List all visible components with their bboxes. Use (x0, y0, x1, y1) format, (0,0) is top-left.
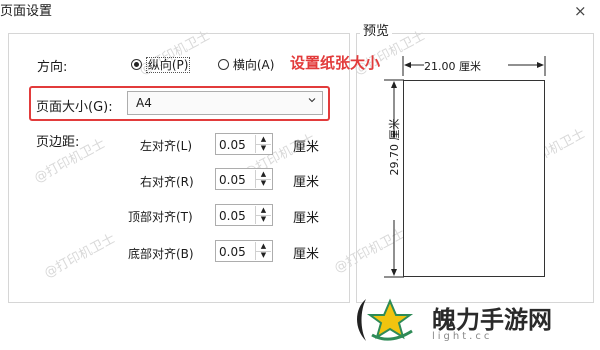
margin-right-input[interactable]: 0.05 ▲ ▼ (215, 168, 273, 190)
margin-top-label: 顶部对齐(T) (128, 210, 193, 224)
spin-down-icon[interactable]: ▼ (256, 215, 271, 224)
margin-left-input[interactable]: 0.05 ▲ ▼ (215, 133, 273, 155)
margin-right-label: 右对齐(R) (140, 175, 194, 189)
margin-right-unit: 厘米 (293, 175, 320, 190)
margin-top-input[interactable]: 0.05 ▲ ▼ (215, 204, 273, 226)
site-logo-text: 魄力手游网 (432, 305, 552, 334)
paper-preview (403, 80, 545, 277)
margin-left-label: 左对齐(L) (140, 139, 193, 153)
preview-width-label: 21.00 厘米 (424, 60, 481, 73)
orientation-label: 方向: (37, 60, 68, 75)
dialog-title: 页面设置 (0, 4, 53, 19)
preview-height-label: 29.70 厘米 (388, 118, 401, 176)
radio-portrait[interactable]: 纵向(P) (131, 56, 191, 73)
radio-portrait-label: 纵向(P) (145, 57, 191, 73)
margin-top-unit: 厘米 (293, 211, 320, 226)
radio-checked-icon (131, 59, 142, 70)
spin-down-icon[interactable]: ▼ (256, 251, 271, 260)
margin-left-value: 0.05 (219, 138, 246, 152)
page-size-select[interactable]: A4 (127, 91, 323, 115)
margin-bottom-unit: 厘米 (293, 247, 320, 262)
page-size-value: A4 (136, 96, 152, 110)
margin-bottom-value: 0.05 (219, 245, 246, 259)
margin-bottom-input[interactable]: 0.05 ▲ ▼ (215, 240, 273, 262)
radio-landscape-label: 横向(A) (232, 58, 275, 72)
margins-label: 页边距: (36, 135, 80, 150)
chevron-down-icon (308, 98, 316, 103)
radio-unchecked-icon (218, 59, 229, 70)
site-logo-subtext: light.cc (432, 331, 493, 342)
page-size-label: 页面大小(G): (36, 100, 113, 115)
margin-top-value: 0.05 (219, 209, 246, 223)
close-icon[interactable]: × (574, 2, 587, 20)
margin-bottom-label: 底部对齐(B) (128, 247, 194, 261)
radio-landscape[interactable]: 横向(A) (218, 56, 274, 73)
margin-left-unit: 厘米 (293, 140, 320, 155)
spin-down-icon[interactable]: ▼ (256, 179, 271, 188)
margin-right-value: 0.05 (219, 173, 246, 187)
preview-label: 预览 (360, 20, 393, 39)
spin-down-icon[interactable]: ▼ (256, 144, 271, 153)
site-logo-icon (357, 298, 414, 341)
